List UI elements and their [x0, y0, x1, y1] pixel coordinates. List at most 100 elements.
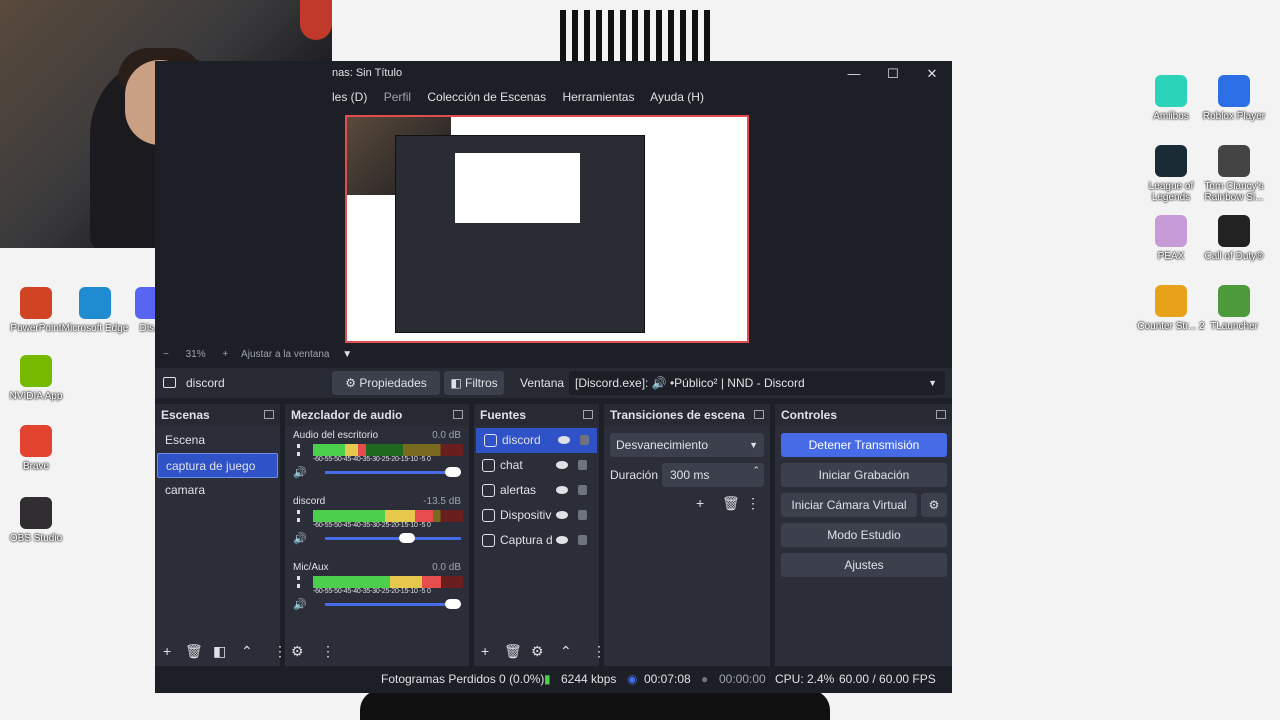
- scene-filter-icon[interactable]: ◧: [213, 643, 226, 660]
- more-icon[interactable]: ⋮: [592, 643, 606, 660]
- menu-ayuda[interactable]: Ayuda (H): [650, 90, 704, 104]
- more-icon[interactable]: ⋮: [273, 643, 287, 660]
- source-properties-icon[interactable]: ⚙: [531, 643, 544, 660]
- source-item[interactable]: Captura d: [474, 528, 599, 553]
- menu-coleccion[interactable]: Colección de Escenas: [427, 90, 546, 104]
- start-recording-button[interactable]: Iniciar Grabación: [781, 463, 947, 487]
- mixer-settings-icon[interactable]: ⚙: [291, 643, 304, 660]
- channel-menu-icon[interactable]: [297, 576, 300, 588]
- filters-button[interactable]: ◧ Filtros: [444, 371, 504, 395]
- duration-input[interactable]: 300 ms ⌃: [662, 463, 764, 487]
- desktop-icon-right-4[interactable]: PEAX: [1135, 215, 1207, 262]
- source-item[interactable]: discord: [476, 428, 597, 453]
- channel-menu-icon[interactable]: [297, 510, 300, 522]
- desktop-icon-right-3[interactable]: Tom Clancy's Rainbow Si...: [1198, 145, 1270, 203]
- speaker-icon[interactable]: 🔊: [293, 466, 307, 479]
- eye-icon[interactable]: [556, 536, 568, 544]
- channel-name: Audio del escritorio: [293, 430, 379, 441]
- scene-item[interactable]: captura de juego: [157, 453, 278, 478]
- lock-icon[interactable]: [578, 460, 587, 470]
- virtual-camera-settings-icon[interactable]: ⚙: [921, 493, 947, 517]
- obs-icon: [20, 497, 52, 529]
- volume-knob[interactable]: [399, 533, 416, 543]
- scenes-title-label: Escenas: [161, 408, 210, 422]
- more-icon[interactable]: ⋮: [746, 495, 760, 512]
- properties-button[interactable]: ⚙ Propiedades: [332, 371, 440, 395]
- move-up-icon[interactable]: ⌃: [560, 643, 572, 660]
- scene-preview[interactable]: [345, 115, 749, 343]
- undock-icon[interactable]: [583, 410, 593, 419]
- undock-icon[interactable]: [453, 410, 463, 419]
- source-item[interactable]: Dispositiv: [474, 503, 599, 528]
- zoom-out-button[interactable]: −: [163, 349, 169, 360]
- scene-item[interactable]: Escena: [157, 428, 278, 453]
- desktop-icon-right-5[interactable]: Call of Duty®: [1198, 215, 1270, 262]
- menu-bar: les (D) Perfil Colección de Escenas Herr…: [332, 86, 952, 108]
- transition-select[interactable]: Desvanecimiento ▼: [610, 433, 764, 457]
- move-up-icon[interactable]: ⌃: [241, 643, 253, 660]
- volume-knob[interactable]: [445, 467, 461, 477]
- speaker-icon[interactable]: 🔊: [293, 598, 307, 611]
- window-select[interactable]: [Discord.exe]: 🔊 •Público² | NND - Disco…: [569, 371, 945, 395]
- mixer-dock: Mezclador de audio Audio del escritorio …: [285, 404, 469, 666]
- desktop-icon-label: Call of Duty®: [1204, 251, 1264, 262]
- lock-icon[interactable]: [578, 485, 587, 495]
- virtual-camera-button[interactable]: Iniciar Cámara Virtual: [781, 493, 917, 517]
- desktop-icon-right-1[interactable]: Roblox Player: [1198, 75, 1270, 122]
- desktop-icon-label: Tom Clancy's Rainbow Si...: [1204, 181, 1264, 203]
- maximize-button[interactable]: ☐: [873, 61, 913, 86]
- undock-icon[interactable]: [754, 410, 764, 419]
- remove-transition-icon[interactable]: 🗑: [722, 495, 740, 512]
- source-item[interactable]: alertas: [474, 478, 599, 503]
- lock-icon[interactable]: [578, 535, 587, 545]
- chevron-up-icon[interactable]: ⌃: [752, 458, 760, 482]
- remove-scene-icon[interactable]: 🗑: [185, 643, 203, 660]
- desktop-icon-right-7[interactable]: TLauncher: [1198, 285, 1270, 332]
- speaker-icon[interactable]: 🔊: [293, 532, 307, 545]
- fit-window-label[interactable]: Ajustar a la ventana: [241, 349, 329, 360]
- desktop-icon-left-6[interactable]: NVIDIA App: [0, 355, 72, 402]
- add-scene-icon[interactable]: +: [163, 643, 171, 659]
- cpu-usage: CPU: 2.4%: [775, 672, 835, 686]
- zoom-in-button[interactable]: +: [222, 349, 228, 360]
- desktop-icon-right-2[interactable]: League of Legends: [1135, 145, 1207, 203]
- studio-mode-button[interactable]: Modo Estudio: [781, 523, 947, 547]
- settings-button[interactable]: Ajustes: [781, 553, 947, 577]
- channel-menu-icon[interactable]: [297, 444, 300, 456]
- volume-slider[interactable]: [325, 533, 461, 543]
- undock-icon[interactable]: [936, 410, 946, 419]
- lock-icon[interactable]: [580, 435, 589, 445]
- minimize-button[interactable]: —: [834, 61, 874, 86]
- eye-icon[interactable]: [556, 461, 568, 469]
- remove-source-icon[interactable]: 🗑: [504, 643, 522, 660]
- fit-dropdown-icon[interactable]: ▼: [342, 349, 352, 360]
- add-source-icon[interactable]: +: [481, 643, 489, 659]
- meter-level: [313, 444, 366, 456]
- stream-time: 00:07:08: [644, 672, 691, 686]
- volume-slider[interactable]: [325, 467, 461, 477]
- undock-icon[interactable]: [264, 410, 274, 419]
- nvidia-icon: [20, 355, 52, 387]
- lock-icon[interactable]: [578, 510, 587, 520]
- desktop-icon-left-7[interactable]: Brave: [0, 425, 72, 472]
- volume-slider[interactable]: [325, 599, 461, 609]
- eye-icon[interactable]: [556, 486, 568, 494]
- source-item[interactable]: chat: [474, 453, 599, 478]
- eye-icon[interactable]: [556, 511, 568, 519]
- add-transition-icon[interactable]: +: [696, 495, 704, 511]
- volume-knob[interactable]: [445, 599, 461, 609]
- stop-stream-button[interactable]: Detener Transmisión: [781, 433, 947, 457]
- menu-perfil[interactable]: Perfil: [384, 90, 411, 104]
- desktop-icon-left-8[interactable]: OBS Studio: [0, 497, 72, 544]
- more-icon[interactable]: ⋮: [321, 643, 335, 660]
- close-button[interactable]: ✕: [912, 61, 952, 86]
- desktop-icon-right-0[interactable]: Amiibos: [1135, 75, 1207, 122]
- roblox-icon: [1218, 75, 1250, 107]
- meter-level: [313, 510, 433, 522]
- menu-herramientas[interactable]: Herramientas: [562, 90, 634, 104]
- menu-escenas[interactable]: les (D): [332, 90, 367, 104]
- desktop-icon-right-6[interactable]: Counter Str... 2: [1135, 285, 1207, 332]
- eye-icon[interactable]: [558, 436, 570, 444]
- scene-item[interactable]: camara: [157, 478, 278, 503]
- desktop-icon-label: Brave: [22, 461, 50, 472]
